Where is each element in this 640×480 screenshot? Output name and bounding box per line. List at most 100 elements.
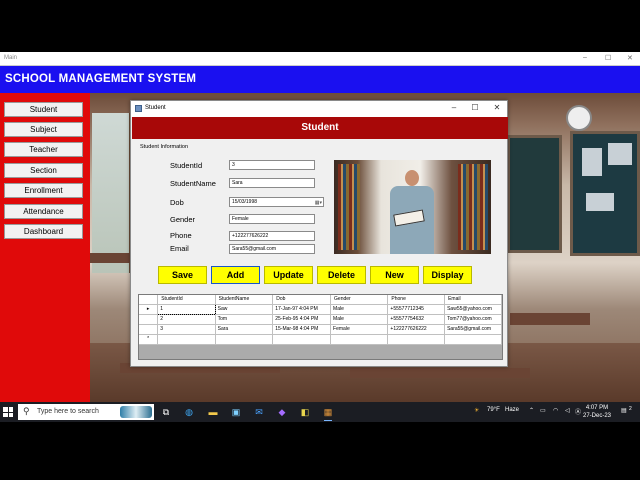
column-header-gender[interactable]: Gender bbox=[330, 295, 389, 305]
dob-value: 15/03/1998 bbox=[232, 199, 258, 205]
add-button[interactable]: Add bbox=[211, 266, 260, 284]
table-cell[interactable]: Tom77@yahoo.com bbox=[444, 314, 502, 325]
file-explorer-icon[interactable]: ▬ bbox=[207, 406, 219, 418]
new-row[interactable]: * bbox=[139, 334, 502, 345]
student-id-label: StudentId bbox=[170, 161, 203, 170]
weather-temp[interactable]: 79°F bbox=[487, 407, 500, 413]
students-grid[interactable]: StudentId StudentName Dob Gender Phone E… bbox=[138, 294, 503, 360]
table-cell[interactable]: +122277626222 bbox=[387, 324, 446, 335]
dialog-close-icon[interactable]: ✕ bbox=[489, 103, 505, 112]
taskbar: ⚲ Type here to search ⧉ ◍ ▬ ▣ ✉ ◆ ◧ ▦ ☀ … bbox=[0, 402, 640, 422]
new-button[interactable]: New bbox=[370, 266, 419, 284]
sidebar-item-attendance[interactable]: Attendance bbox=[4, 204, 83, 219]
maximize-icon[interactable]: ☐ bbox=[605, 54, 611, 62]
student-photo bbox=[334, 160, 491, 254]
main-window-titlebar[interactable]: Main – ☐ ✕ bbox=[0, 52, 640, 66]
chevron-up-icon[interactable]: ⌃ bbox=[529, 407, 534, 414]
dob-date-picker[interactable]: 15/03/1998 ▦▾ bbox=[229, 197, 324, 207]
row-header[interactable] bbox=[139, 324, 159, 335]
sidebar-item-subject[interactable]: Subject bbox=[4, 122, 83, 137]
table-cell[interactable] bbox=[444, 334, 502, 345]
grid-corner-cell[interactable] bbox=[139, 295, 159, 305]
current-row-indicator-icon[interactable]: ▸ bbox=[139, 304, 159, 315]
table-cell[interactable]: 15-Mar-98 4:04 PM bbox=[272, 324, 332, 335]
new-row-indicator-icon[interactable]: * bbox=[139, 334, 159, 345]
table-cell[interactable]: 17-Jan-97 4:04 PM bbox=[272, 304, 332, 315]
table-cell[interactable]: 1 bbox=[157, 303, 216, 315]
table-row[interactable]: ▸ 1 Saw 17-Jan-97 4:04 PM Male +55577712… bbox=[139, 303, 502, 315]
close-icon[interactable]: ✕ bbox=[627, 54, 633, 62]
mail-icon[interactable]: ✉ bbox=[253, 406, 265, 418]
sidebar-item-teacher[interactable]: Teacher bbox=[4, 142, 83, 157]
sticky-app-icon[interactable]: ◧ bbox=[299, 406, 311, 418]
table-cell[interactable]: Saw bbox=[215, 304, 274, 315]
display-button[interactable]: Display bbox=[423, 266, 472, 284]
student-dialog: Student – ☐ ✕ Student Student Informatio… bbox=[130, 100, 508, 367]
table-cell[interactable]: Saw55@yahoo.com bbox=[444, 304, 502, 315]
table-cell[interactable] bbox=[157, 334, 216, 345]
table-cell[interactable] bbox=[330, 334, 389, 345]
table-cell[interactable]: Sara bbox=[215, 324, 274, 335]
table-cell[interactable]: Tom bbox=[215, 314, 274, 325]
student-id-field[interactable]: 3 bbox=[229, 160, 315, 170]
taskbar-search-box[interactable]: ⚲ Type here to search bbox=[18, 404, 154, 420]
dialog-titlebar[interactable]: Student – ☐ ✕ bbox=[131, 101, 507, 117]
update-button[interactable]: Update bbox=[264, 266, 313, 284]
volume-icon[interactable]: ◁ bbox=[565, 407, 570, 414]
network-icon[interactable]: ▭ bbox=[540, 407, 546, 414]
phone-field[interactable]: +122277626222 bbox=[229, 231, 315, 241]
column-header-studentid[interactable]: StudentId bbox=[157, 295, 216, 305]
search-highlight-image bbox=[120, 406, 152, 418]
table-cell[interactable]: +55577754632 bbox=[387, 314, 446, 325]
column-header-dob[interactable]: Dob bbox=[272, 295, 332, 305]
sidebar-item-section[interactable]: Section bbox=[4, 163, 83, 178]
table-cell[interactable]: 3 bbox=[157, 324, 216, 335]
column-header-email[interactable]: Email bbox=[444, 295, 502, 305]
table-row[interactable]: 2 Tom 25-Feb-95 4:04 PM Male +5557775463… bbox=[139, 314, 502, 325]
dob-label: Dob bbox=[170, 198, 184, 207]
table-row[interactable]: 3 Sara 15-Mar-98 4:04 PM Female +1222776… bbox=[139, 324, 502, 335]
windows-start-icon[interactable] bbox=[3, 407, 13, 417]
dialog-title: Student bbox=[145, 105, 166, 111]
minimize-icon[interactable]: – bbox=[583, 54, 587, 61]
sidebar-item-enrollment[interactable]: Enrollment bbox=[4, 183, 83, 198]
column-header-studentname[interactable]: StudentName bbox=[215, 295, 274, 305]
table-cell[interactable]: Female bbox=[330, 324, 389, 335]
sidebar-item-dashboard[interactable]: Dashboard bbox=[4, 224, 83, 239]
gender-field[interactable]: Female bbox=[229, 214, 315, 224]
notification-count: 2 bbox=[629, 406, 632, 412]
calendar-dropdown-icon[interactable]: ▦▾ bbox=[315, 199, 322, 207]
student-name-label: StudentName bbox=[170, 179, 216, 188]
running-app-icon[interactable]: ▦ bbox=[322, 406, 334, 421]
app-title: SCHOOL MANAGEMENT SYSTEM bbox=[5, 73, 197, 85]
table-cell[interactable]: Male bbox=[330, 314, 389, 325]
notification-icon[interactable]: ▤ bbox=[621, 407, 627, 414]
table-cell[interactable]: Sara55@gmail.com bbox=[444, 324, 502, 335]
dialog-banner: Student bbox=[132, 117, 508, 139]
store-icon[interactable]: ▣ bbox=[230, 406, 242, 418]
table-cell[interactable]: 25-Feb-95 4:04 PM bbox=[272, 314, 332, 325]
save-button[interactable]: Save bbox=[158, 266, 207, 284]
row-header[interactable] bbox=[139, 314, 159, 325]
column-header-phone[interactable]: Phone bbox=[387, 295, 446, 305]
visual-studio-icon[interactable]: ◆ bbox=[276, 406, 288, 418]
table-cell[interactable]: +55577712345 bbox=[387, 304, 446, 315]
wifi-icon[interactable]: ◠ bbox=[553, 407, 558, 414]
taskbar-clock[interactable]: 4:07 PM 27-Dec-23 bbox=[583, 404, 611, 420]
app-header: SCHOOL MANAGEMENT SYSTEM bbox=[0, 66, 640, 93]
dialog-minimize-icon[interactable]: – bbox=[446, 103, 462, 112]
language-icon[interactable]: Ⓐ bbox=[575, 407, 581, 416]
weather-desc[interactable]: Haze bbox=[505, 407, 519, 413]
edge-browser-icon[interactable]: ◍ bbox=[183, 406, 195, 418]
delete-button[interactable]: Delete bbox=[317, 266, 366, 284]
table-cell[interactable] bbox=[215, 334, 274, 345]
table-cell[interactable] bbox=[272, 334, 332, 345]
table-cell[interactable]: 2 bbox=[157, 314, 216, 325]
student-name-field[interactable]: Sara bbox=[229, 178, 315, 188]
table-cell[interactable]: Male bbox=[330, 304, 389, 315]
dialog-maximize-icon[interactable]: ☐ bbox=[467, 103, 483, 112]
sidebar-item-student[interactable]: Student bbox=[4, 102, 83, 117]
email-field[interactable]: Sara55@gmail.com bbox=[229, 244, 315, 254]
task-view-icon[interactable]: ⧉ bbox=[160, 406, 172, 418]
table-cell[interactable] bbox=[387, 334, 446, 345]
